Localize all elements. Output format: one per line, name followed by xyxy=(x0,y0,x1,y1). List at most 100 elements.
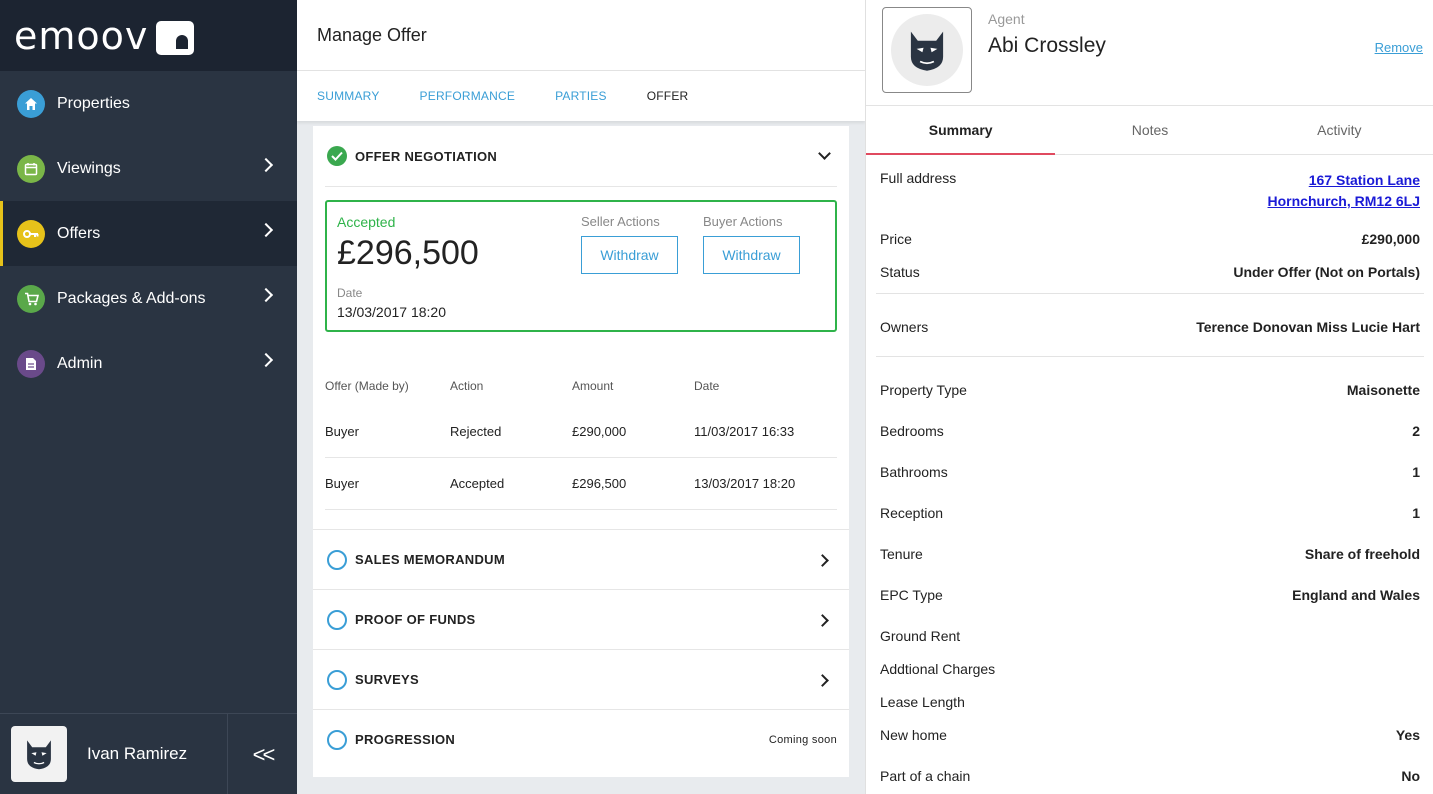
avatar-circle xyxy=(891,14,963,86)
divider xyxy=(876,356,1424,357)
seller-actions-label: Seller Actions xyxy=(581,214,660,229)
tab-offer[interactable]: OFFER xyxy=(647,89,689,103)
detail-row-epc: EPC Type England and Wales xyxy=(876,587,1424,603)
document-icon xyxy=(17,349,45,378)
tab-parties[interactable]: PARTIES xyxy=(555,89,607,103)
remove-agent-link[interactable]: Remove xyxy=(1375,40,1423,55)
home-icon xyxy=(17,89,45,118)
detail-row-address: Full address 167 Station Lane Hornchurch… xyxy=(876,170,1424,212)
detail-value: 2 xyxy=(1412,423,1420,439)
detail-value: Yes xyxy=(1395,727,1420,743)
detail-value: Under Offer (Not on Portals) xyxy=(1233,264,1420,280)
detail-label: Price xyxy=(880,231,912,247)
key-icon xyxy=(17,219,45,248)
agent-label: Agent xyxy=(988,11,1025,27)
detail-value: Terence Donovan Miss Lucie Hart xyxy=(1196,319,1420,335)
detail-label: EPC Type xyxy=(880,587,943,603)
calendar-icon xyxy=(17,154,45,183)
user-bar: Ivan Ramirez << xyxy=(0,713,297,794)
address-link[interactable]: 167 Station Lane Hornchurch, RM12 6LJ xyxy=(1268,170,1420,212)
logo-text: emoov xyxy=(14,13,149,58)
tab-summary[interactable]: SUMMARY xyxy=(317,89,380,103)
offer-status: Accepted xyxy=(337,214,396,230)
offer-card: OFFER NEGOTIATION Accepted £296,500 Date… xyxy=(313,126,849,777)
sidebar-item-label: Offers xyxy=(57,224,101,242)
detail-value: Share of freehold xyxy=(1304,546,1420,562)
detail-label: Bedrooms xyxy=(880,423,944,439)
table-cell: Rejected xyxy=(450,424,502,439)
chevron-down-icon xyxy=(818,147,831,160)
tab-activity[interactable]: Activity xyxy=(1245,106,1433,154)
detail-label: Addtional Charges xyxy=(880,661,996,677)
sidebar-item-label: Packages & Add-ons xyxy=(57,289,206,307)
detail-label: Part of a chain xyxy=(880,768,971,784)
table-cell: 11/03/2017 16:33 xyxy=(694,424,795,439)
offer-amount: £296,500 xyxy=(337,234,479,272)
detail-label: Owners xyxy=(880,319,929,335)
agent-avatar xyxy=(882,7,972,93)
section-title: OFFER NEGOTIATION xyxy=(355,148,498,164)
sidebar-item-properties[interactable]: Properties xyxy=(0,71,297,136)
section-title: SALES MEMORANDUM xyxy=(355,552,505,567)
detail-value: 1 xyxy=(1412,464,1420,480)
section-offer-negotiation[interactable]: OFFER NEGOTIATION xyxy=(313,126,849,186)
buyer-withdraw-button[interactable]: Withdraw xyxy=(703,236,800,274)
detail-label: Status xyxy=(880,264,920,280)
table-row: Buyer Rejected £290,000 11/03/2017 16:33 xyxy=(325,406,837,458)
chevron-right-icon xyxy=(258,287,274,303)
sidebar-item-offers[interactable]: Offers xyxy=(0,201,297,266)
offer-tabs: SUMMARY PERFORMANCE PARTIES OFFER xyxy=(297,71,865,121)
logo-mark-icon xyxy=(156,20,195,55)
detail-label: New home xyxy=(880,727,947,743)
section-surveys[interactable]: SURVEYS xyxy=(313,649,849,709)
detail-row-lease: Lease Length xyxy=(876,694,1424,710)
section-sales-memorandum[interactable]: SALES MEMORANDUM xyxy=(313,529,849,589)
detail-row-tenure: Tenure Share of freehold xyxy=(876,546,1424,562)
detail-row-ground-rent: Ground Rent xyxy=(876,628,1424,644)
address-line-1: 167 Station Lane xyxy=(1308,172,1420,188)
seller-withdraw-button[interactable]: Withdraw xyxy=(581,236,678,274)
sidebar-item-admin[interactable]: Admin xyxy=(0,331,297,396)
section-proof-of-funds[interactable]: PROOF OF FUNDS xyxy=(313,589,849,649)
tab-notes[interactable]: Notes xyxy=(1055,106,1244,154)
collapse-sidebar-button[interactable]: << xyxy=(227,714,297,794)
detail-value: England and Wales xyxy=(1292,587,1420,603)
table-header: Offer (Made by) Action Amount Date xyxy=(325,366,837,406)
check-circle-icon xyxy=(327,146,347,166)
sidebar-item-packages[interactable]: Packages & Add-ons xyxy=(0,266,297,331)
detail-row-price: Price £290,000 xyxy=(876,231,1424,247)
chevron-right-icon xyxy=(816,674,829,687)
chevron-right-icon xyxy=(258,352,274,368)
chevron-right-icon xyxy=(816,614,829,627)
detail-row-chain: Part of a chain No xyxy=(876,768,1424,784)
table-cell: 13/03/2017 18:20 xyxy=(694,476,796,491)
offers-table: Offer (Made by) Action Amount Date Buyer… xyxy=(325,366,837,510)
sidebar-item-label: Admin xyxy=(57,354,103,372)
date-label: Date xyxy=(337,286,363,300)
detail-row-charges: Addtional Charges xyxy=(876,661,1424,677)
detail-row-bedrooms: Bedrooms 2 xyxy=(876,423,1424,439)
detail-value: £290,000 xyxy=(1361,231,1420,247)
empty-circle-icon xyxy=(327,669,347,690)
sidebar-item-viewings[interactable]: Viewings xyxy=(0,136,297,201)
accepted-offer-box: Accepted £296,500 Date 13/03/2017 18:20 … xyxy=(325,200,837,332)
sidebar: emoov Properties Viewings Offers Package… xyxy=(0,0,297,794)
logo[interactable]: emoov xyxy=(0,0,297,71)
avatar[interactable] xyxy=(11,726,67,782)
detail-label: Lease Length xyxy=(880,694,965,710)
coming-soon-label: Coming soon xyxy=(768,734,837,746)
table-cell: £290,000 xyxy=(572,424,627,439)
user-name: Ivan Ramirez xyxy=(87,744,188,763)
detail-label: Reception xyxy=(880,505,944,521)
tab-performance[interactable]: PERFORMANCE xyxy=(420,89,516,103)
detail-value: Maisonette xyxy=(1346,382,1420,398)
batman-mask-icon xyxy=(27,740,51,770)
empty-circle-icon xyxy=(327,609,347,630)
detail-label: Property Type xyxy=(880,382,967,398)
section-title: PROGRESSION xyxy=(355,732,456,747)
empty-circle-icon xyxy=(327,549,347,570)
sidebar-item-label: Viewings xyxy=(57,159,121,177)
tab-summary[interactable]: Summary xyxy=(866,106,1056,155)
chevron-right-icon xyxy=(816,554,829,567)
address-line-2: Hornchurch, RM12 6LJ xyxy=(1267,193,1420,209)
